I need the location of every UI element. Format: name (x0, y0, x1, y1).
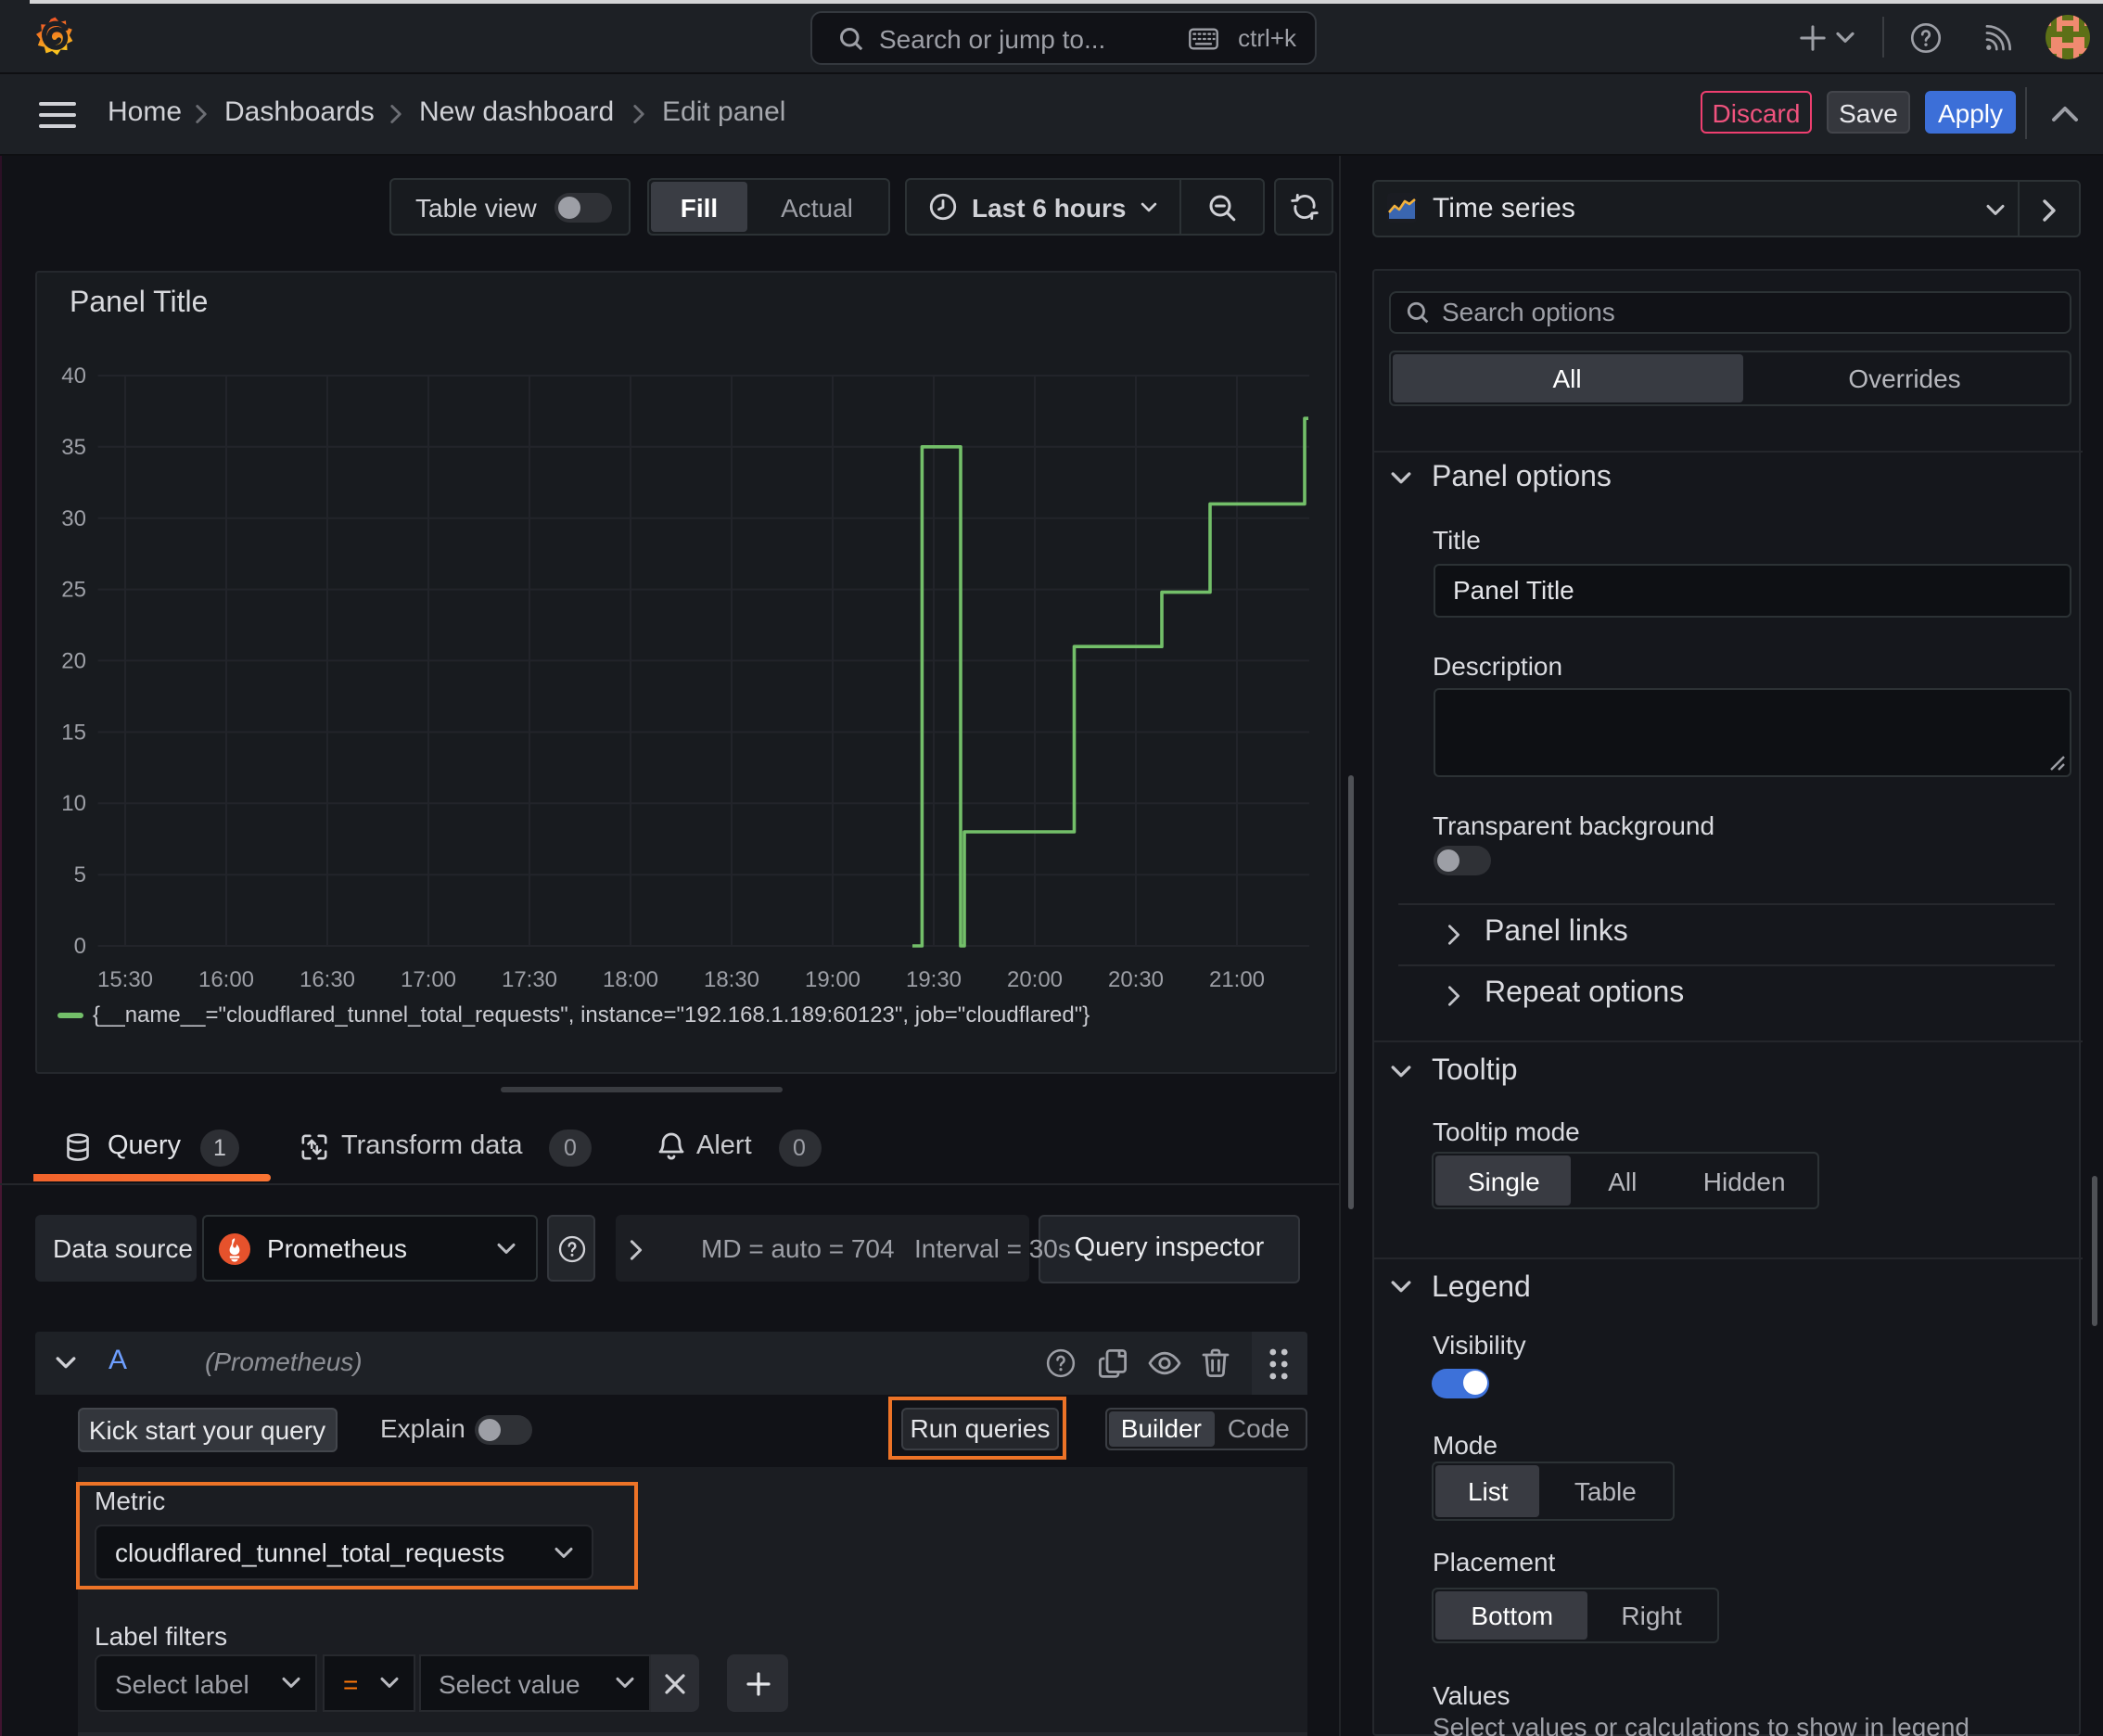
svg-text:15: 15 (60, 719, 85, 744)
svg-text:5: 5 (73, 862, 85, 887)
svg-text:18:00: 18:00 (602, 966, 657, 991)
svg-text:20:00: 20:00 (1006, 966, 1062, 991)
svg-text:25: 25 (60, 577, 85, 602)
svg-text:19:30: 19:30 (905, 966, 961, 991)
svg-text:15:30: 15:30 (96, 966, 152, 991)
svg-text:20:30: 20:30 (1107, 966, 1163, 991)
svg-text:35: 35 (60, 434, 85, 459)
svg-text:17:00: 17:00 (400, 966, 455, 991)
svg-text:16:30: 16:30 (299, 966, 354, 991)
svg-text:30: 30 (60, 505, 85, 530)
svg-text:40: 40 (60, 363, 85, 388)
svg-text:20: 20 (60, 647, 85, 672)
svg-text:16:00: 16:00 (198, 966, 253, 991)
svg-text:17:30: 17:30 (501, 966, 556, 991)
svg-text:0: 0 (73, 933, 85, 958)
svg-text:10: 10 (60, 790, 85, 815)
svg-text:18:30: 18:30 (703, 966, 758, 991)
svg-text:21:00: 21:00 (1208, 966, 1264, 991)
svg-text:19:00: 19:00 (804, 966, 860, 991)
